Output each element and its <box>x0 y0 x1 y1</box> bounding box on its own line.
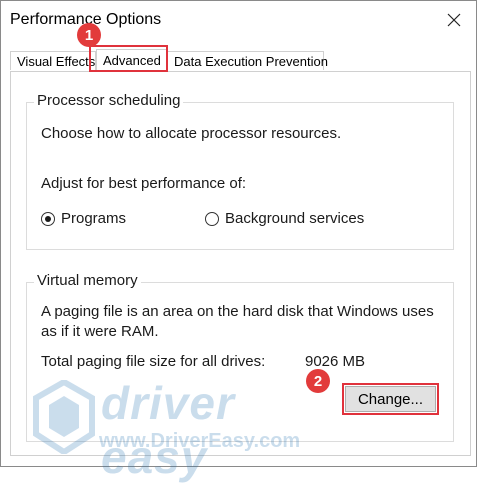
tab-visual-effects[interactable]: Visual Effects <box>10 51 96 70</box>
total-paging-label: Total paging file size for all drives: <box>41 353 266 370</box>
virtual-memory-label: Virtual memory <box>34 272 141 289</box>
virtual-memory-description-line2: as if it were RAM. <box>41 323 159 340</box>
background-services-label: Background services <box>225 210 365 227</box>
background-services-radio[interactable] <box>205 212 219 226</box>
performance-options-window: Performance Options Visual Effects Advan… <box>0 0 477 483</box>
title-bar: Performance Options <box>1 1 476 39</box>
tab-advanced[interactable]: Advanced <box>96 49 168 72</box>
close-button[interactable] <box>440 7 468 33</box>
close-icon <box>447 13 461 27</box>
programs-radio-option[interactable]: Programs <box>41 209 181 229</box>
total-paging-value: 9026 MB <box>305 353 366 370</box>
programs-label: Programs <box>61 210 127 227</box>
step-2-badge: 2 <box>306 369 330 393</box>
tab-label: Visual Effects <box>17 54 96 69</box>
adjust-label: Adjust for best performance of: <box>41 175 247 192</box>
radio-selected-dot <box>45 216 51 222</box>
change-button[interactable]: Change... <box>345 386 436 412</box>
programs-radio[interactable] <box>41 212 55 226</box>
processor-description: Choose how to allocate processor resourc… <box>41 125 342 142</box>
processor-scheduling-group: Processor scheduling Choose how to alloc… <box>26 92 454 250</box>
advanced-panel: Processor scheduling Choose how to alloc… <box>10 71 471 456</box>
tab-strip: Visual Effects Advanced Data Execution P… <box>10 49 470 72</box>
virtual-memory-group: Virtual memory A paging file is an area … <box>26 272 454 442</box>
virtual-memory-description-line1: A paging file is an area on the hard dis… <box>41 303 434 320</box>
tab-data-execution-prevention[interactable]: Data Execution Prevention <box>167 51 328 70</box>
tab-label: Data Execution Prevention <box>174 54 328 69</box>
background-services-radio-option[interactable]: Background services <box>205 209 405 229</box>
step-1-badge: 1 <box>77 23 101 47</box>
tab-label: Advanced <box>103 53 161 68</box>
change-button-label: Change... <box>357 390 424 408</box>
processor-scheduling-label: Processor scheduling <box>34 92 184 109</box>
